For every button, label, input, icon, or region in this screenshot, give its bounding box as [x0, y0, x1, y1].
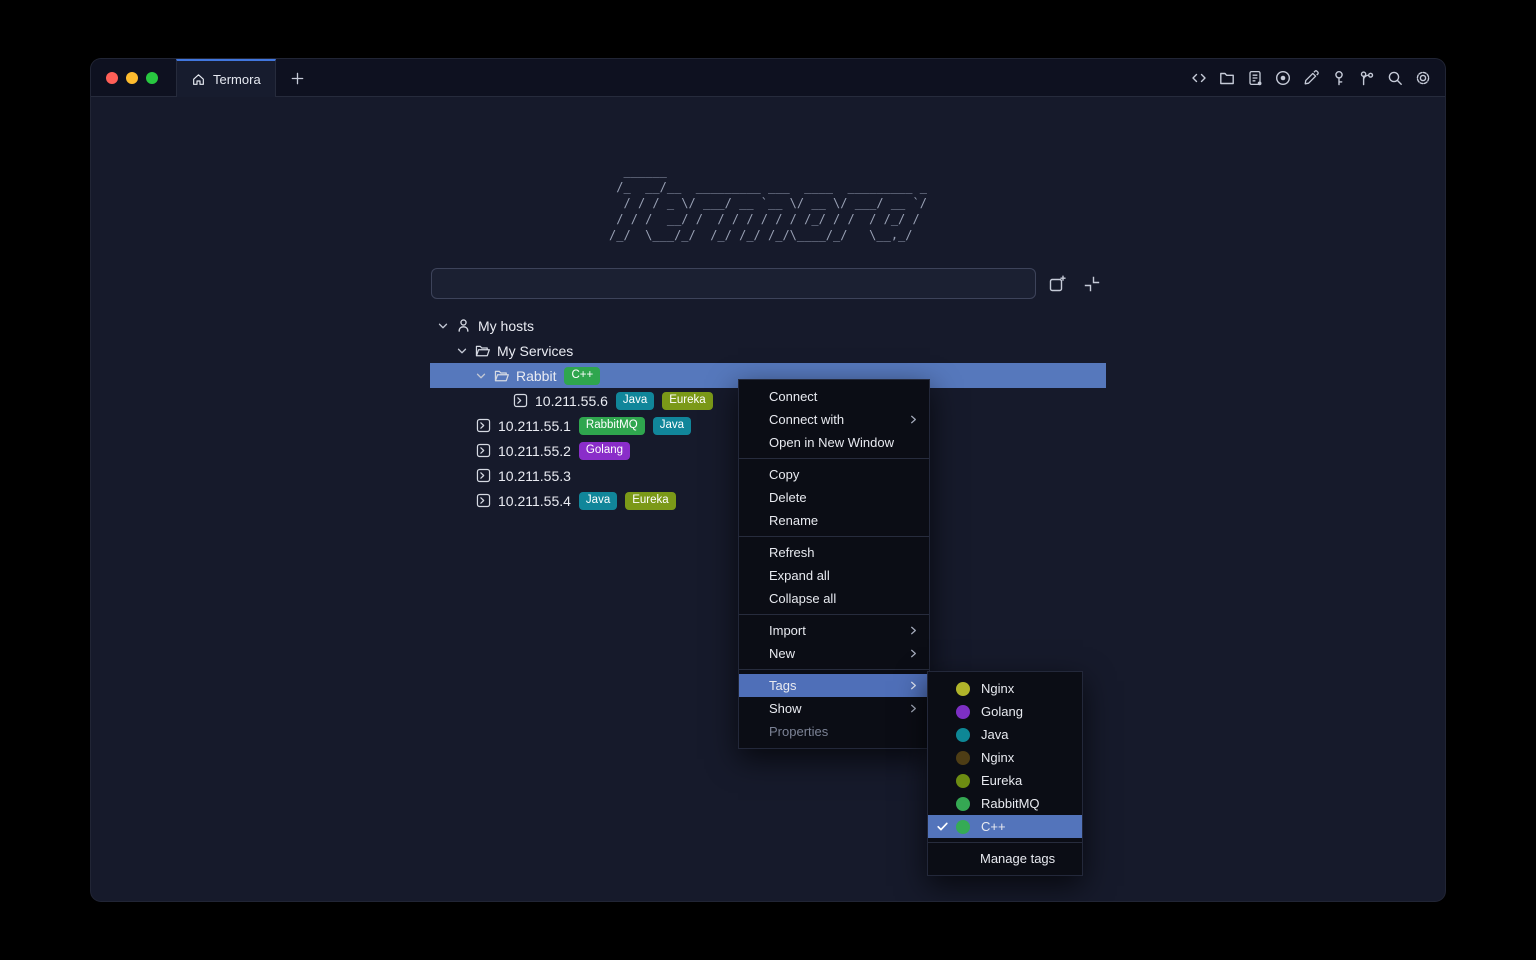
tab-termora[interactable]: Termora: [176, 59, 276, 97]
chevron-down-icon[interactable]: [473, 368, 489, 384]
menu-separator: [739, 536, 929, 537]
menu-item-expand-all[interactable]: Expand all: [739, 564, 929, 587]
menu-item-show[interactable]: Show: [739, 697, 929, 720]
menu-item-new[interactable]: New: [739, 642, 929, 665]
tag-badge: C++: [564, 367, 600, 385]
terminal-host-icon: [474, 467, 492, 485]
chevron-right-icon: [908, 648, 919, 659]
tree-label: 10.211.55.2: [498, 443, 571, 459]
menu-separator: [739, 458, 929, 459]
tag-color-dot: [956, 820, 970, 834]
zoom-window-button[interactable]: [146, 72, 158, 84]
tree-label: Rabbit: [516, 368, 556, 384]
ascii-logo: ______ /_ __/__ _________ ___ ____ _____…: [609, 163, 927, 243]
search-input[interactable]: [431, 268, 1036, 299]
chevron-right-icon: [908, 414, 919, 425]
menu-separator: [928, 842, 1082, 843]
terminal-host-icon: [474, 417, 492, 435]
log-icon[interactable]: [1246, 69, 1264, 87]
record-icon[interactable]: [1274, 69, 1292, 87]
tree-label: 10.211.55.3: [498, 468, 571, 484]
tree-label: 10.211.55.1: [498, 418, 571, 434]
menu-item-connect[interactable]: Connect: [739, 385, 929, 408]
toolbar: [1190, 59, 1432, 97]
traffic-lights: [106, 72, 158, 84]
tag-menu-item[interactable]: Nginx: [928, 746, 1082, 769]
tag-badge: Java: [616, 392, 654, 410]
manage-tags-button[interactable]: Manage tags: [928, 847, 1082, 870]
menu-item-tags[interactable]: Tags: [739, 674, 929, 697]
search-icon[interactable]: [1386, 69, 1404, 87]
tag-menu-item[interactable]: Java: [928, 723, 1082, 746]
minimize-window-button[interactable]: [126, 72, 138, 84]
tag-badge: Java: [579, 492, 617, 510]
menu-item-connect-with[interactable]: Connect with: [739, 408, 929, 431]
menu-item-open-in-new-window[interactable]: Open in New Window: [739, 431, 929, 454]
close-window-button[interactable]: [106, 72, 118, 84]
menu-separator: [739, 614, 929, 615]
folder-open-icon: [473, 342, 491, 360]
chevron-right-icon: [908, 703, 919, 714]
chevron-down-icon[interactable]: [454, 343, 470, 359]
menu-item-delete[interactable]: Delete: [739, 486, 929, 509]
tag-badge: Golang: [579, 442, 630, 460]
menu-item-rename[interactable]: Rename: [739, 509, 929, 532]
terminal-host-icon: [474, 442, 492, 460]
tree-label: 10.211.55.4: [498, 493, 571, 509]
menu-item-collapse-all[interactable]: Collapse all: [739, 587, 929, 610]
tree-label: My hosts: [478, 318, 534, 334]
tree-label: My Services: [497, 343, 573, 359]
checkmark-icon: [936, 820, 950, 834]
home-icon: [191, 72, 206, 87]
tab-label: Termora: [213, 72, 261, 87]
context-menu: Connect Connect with Open in New Window …: [738, 379, 930, 749]
user-icon: [454, 317, 472, 335]
chevron-right-icon: [908, 680, 919, 691]
tag-color-dot: [956, 797, 970, 811]
new-tab-button[interactable]: [287, 68, 307, 88]
chevron-down-icon[interactable]: [435, 318, 451, 334]
tag-menu-item[interactable]: Eureka: [928, 769, 1082, 792]
folder-open-icon: [492, 367, 510, 385]
tree-row-my-services[interactable]: My Services: [430, 338, 1106, 363]
folder-icon[interactable]: [1218, 69, 1236, 87]
add-host-button[interactable]: [1046, 273, 1068, 295]
branch-icon[interactable]: [1358, 69, 1376, 87]
tag-menu-item[interactable]: RabbitMQ: [928, 792, 1082, 815]
key-icon[interactable]: [1330, 69, 1348, 87]
menu-item-refresh[interactable]: Refresh: [739, 541, 929, 564]
titlebar: Termora: [91, 59, 1445, 97]
tag-color-dot: [956, 682, 970, 696]
tag-color-dot: [956, 751, 970, 765]
app-window: Termora: [90, 58, 1446, 902]
tag-menu-item[interactable]: Nginx: [928, 677, 1082, 700]
code-icon[interactable]: [1190, 69, 1208, 87]
collapse-all-button[interactable]: [1081, 273, 1103, 295]
settings-icon[interactable]: [1414, 69, 1432, 87]
tag-color-dot: [956, 774, 970, 788]
menu-separator: [739, 669, 929, 670]
tree-row-my-hosts[interactable]: My hosts: [430, 313, 1106, 338]
tree-label: 10.211.55.6: [535, 393, 608, 409]
tag-menu-item[interactable]: Golang: [928, 700, 1082, 723]
tag-badge: Eureka: [625, 492, 675, 510]
tags-submenu: Nginx Golang Java Nginx Eureka RabbitMQ: [927, 671, 1083, 876]
terminal-host-icon: [474, 492, 492, 510]
tag-badge: Java: [653, 417, 691, 435]
menu-item-import[interactable]: Import: [739, 619, 929, 642]
tag-menu-item-checked[interactable]: C++: [928, 815, 1082, 838]
tag-badge: Eureka: [662, 392, 712, 410]
tag-color-dot: [956, 728, 970, 742]
menu-item-copy[interactable]: Copy: [739, 463, 929, 486]
edit-icon[interactable]: [1302, 69, 1320, 87]
chevron-right-icon: [908, 625, 919, 636]
menu-item-properties: Properties: [739, 720, 929, 743]
tag-badge: RabbitMQ: [579, 417, 645, 435]
tag-color-dot: [956, 705, 970, 719]
terminal-host-icon: [511, 392, 529, 410]
